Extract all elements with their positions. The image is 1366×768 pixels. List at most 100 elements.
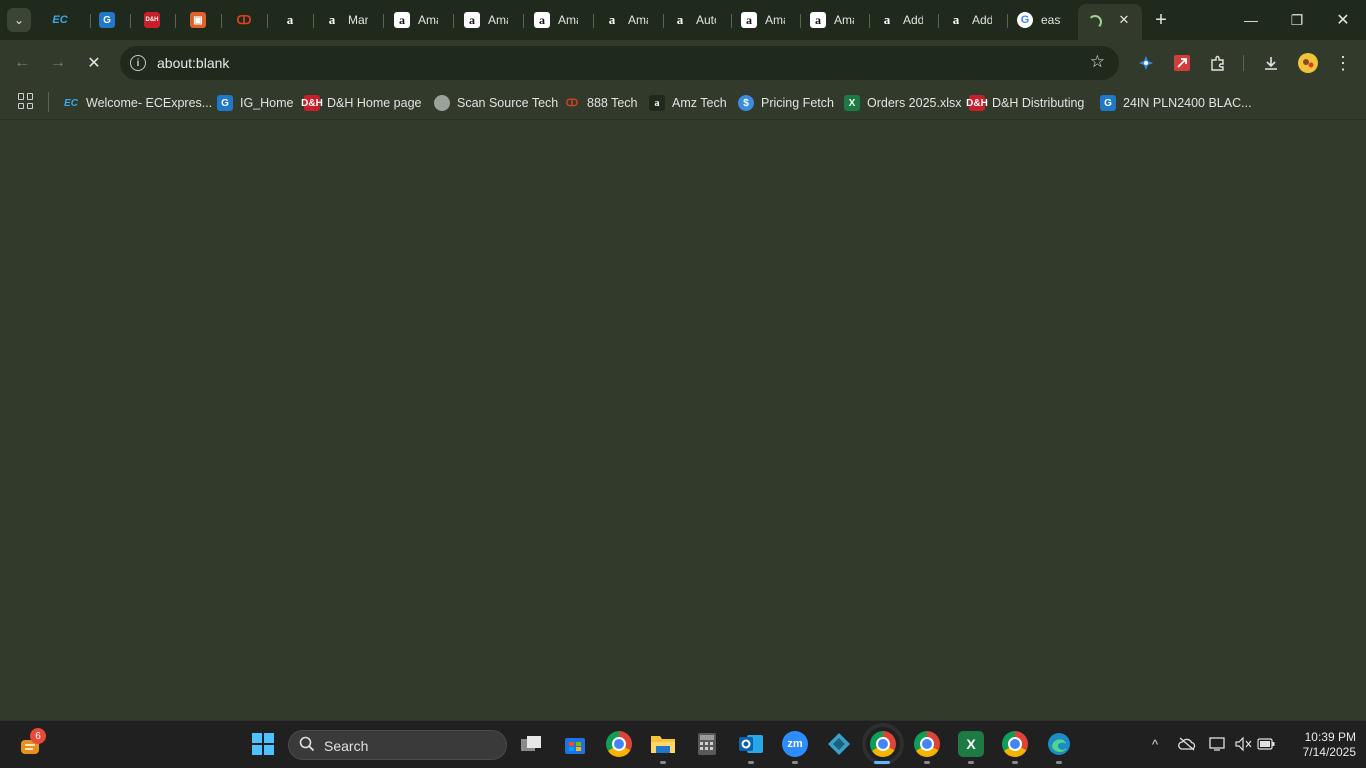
forward-button[interactable]: → xyxy=(43,48,73,78)
tab[interactable]: a Man xyxy=(316,6,384,34)
ring-icon: ↀ xyxy=(236,13,252,27)
chrome-profile-icon[interactable] xyxy=(1002,731,1028,757)
bookmark-item[interactable]: Scan Source Tech xyxy=(434,91,558,115)
apps-grid-icon[interactable] xyxy=(18,93,34,109)
bookmark-item[interactable]: G 24IN PLN2400 BLAC... xyxy=(1100,91,1252,115)
bookmark-label: D&H Distributing xyxy=(992,96,1085,110)
bookmark-item[interactable]: X Orders 2025.xlsx xyxy=(844,91,961,115)
restore-button[interactable]: ❐ xyxy=(1274,0,1320,40)
chrome-profile-icon[interactable] xyxy=(862,723,904,765)
chrome-profile-icon[interactable] xyxy=(914,731,940,757)
tab[interactable]: a Ama xyxy=(733,6,801,34)
outlook-icon[interactable] xyxy=(738,731,764,757)
tab[interactable]: a Ama xyxy=(596,6,664,34)
tab[interactable]: a Add xyxy=(871,6,939,34)
bookmark-item[interactable]: a Amz Tech xyxy=(649,91,727,115)
tab-title: Add xyxy=(972,13,992,27)
back-button[interactable]: ← xyxy=(7,48,37,78)
tab[interactable]: a Ama xyxy=(526,6,594,34)
active-tab[interactable] xyxy=(1078,4,1142,40)
amazon-icon: a xyxy=(324,12,340,28)
running-indicator xyxy=(968,761,974,764)
new-tab-button[interactable]: + xyxy=(1150,9,1172,31)
task-view-icon[interactable] xyxy=(518,731,544,757)
tab[interactable]: a Auto xyxy=(664,6,732,34)
running-indicator xyxy=(792,761,798,764)
network-icon[interactable] xyxy=(1209,735,1227,753)
bookmark-label: Amz Tech xyxy=(672,96,727,110)
chevron-down-icon: ⌄ xyxy=(13,13,25,27)
battery-icon[interactable] xyxy=(1257,735,1275,753)
tab-title: Auto xyxy=(696,13,716,27)
download-icon[interactable] xyxy=(1260,52,1282,74)
taskbar-search[interactable]: Search xyxy=(288,730,507,760)
extension-icon[interactable] xyxy=(1135,52,1157,74)
dh-icon: D&H xyxy=(144,12,160,28)
bookmark-star-icon[interactable]: ☆ xyxy=(1090,52,1105,72)
tab[interactable]: G xyxy=(91,6,131,34)
start-button[interactable] xyxy=(250,731,276,757)
onedrive-icon[interactable] xyxy=(1178,735,1196,753)
bookmark-item[interactable]: ↀ 888 Tech xyxy=(564,91,638,115)
minimize-button[interactable]: — xyxy=(1228,0,1274,40)
globe-icon xyxy=(434,95,450,111)
bookmark-item[interactable]: $ Pricing Fetch xyxy=(738,91,834,115)
tab[interactable]: a Ama xyxy=(386,6,454,34)
menu-button[interactable]: ⋮ xyxy=(1332,52,1354,74)
tab[interactable]: EC xyxy=(44,6,91,34)
calculator-icon[interactable] xyxy=(694,731,720,757)
ring-icon: ↀ xyxy=(565,97,579,109)
running-indicator xyxy=(1056,761,1062,764)
microsoft-store-icon[interactable] xyxy=(562,731,588,757)
active-indicator xyxy=(874,761,890,764)
tab-title: Ama xyxy=(834,13,854,27)
show-hidden-icons-button[interactable]: ^ xyxy=(1146,735,1164,753)
amazon-icon: a xyxy=(394,12,410,28)
bookmarks-divider xyxy=(48,92,49,112)
ig-icon: G xyxy=(217,95,233,111)
google-icon: G xyxy=(1017,12,1033,28)
close-window-button[interactable]: ✕ xyxy=(1320,0,1366,40)
red-arrow-extension-icon[interactable] xyxy=(1171,52,1193,74)
tab[interactable]: a Ama xyxy=(802,6,870,34)
tab[interactable]: a Ama xyxy=(456,6,524,34)
amazon-icon: a xyxy=(282,12,298,28)
file-explorer-icon[interactable] xyxy=(650,731,676,757)
running-indicator xyxy=(1012,761,1018,764)
ec-icon: EC xyxy=(52,14,68,26)
tab[interactable]: G east xyxy=(1009,6,1077,34)
stop-loading-button[interactable]: ✕ xyxy=(79,48,109,78)
amazon-icon: a xyxy=(672,12,688,28)
chrome-icon[interactable] xyxy=(606,731,632,757)
tab-search-button[interactable]: ⌄ xyxy=(7,8,31,32)
system-clock[interactable]: 10:39 PM 7/14/2025 xyxy=(1282,730,1356,760)
clock-time: 10:39 PM xyxy=(1304,730,1356,744)
tab[interactable]: D&H xyxy=(136,6,176,34)
bookmark-item[interactable]: D&H D&H Home page xyxy=(301,91,422,115)
url-text[interactable]: about:blank xyxy=(157,55,229,71)
profile-avatar[interactable] xyxy=(1297,52,1319,74)
zoom-icon[interactable]: zm xyxy=(782,731,808,757)
taskbar: 6 Search zm X ^ 10:39 PM 7/14/2025 xyxy=(0,720,1366,768)
tab-title: east xyxy=(1041,13,1061,27)
tab[interactable]: a xyxy=(274,6,314,34)
tab[interactable]: a Add xyxy=(940,6,1008,34)
tab[interactable]: ▣ xyxy=(182,6,222,34)
tab-close-button[interactable]: ✕ xyxy=(1116,12,1132,28)
volume-muted-icon[interactable] xyxy=(1234,735,1252,753)
edge-icon[interactable] xyxy=(1046,731,1072,757)
address-bar[interactable]: i about:blank ☆ xyxy=(120,46,1119,80)
excel-icon[interactable]: X xyxy=(958,731,984,757)
amazon-icon: a xyxy=(649,95,665,111)
bookmark-item[interactable]: EC Welcome- ECExpres... xyxy=(63,91,212,115)
info-icon[interactable]: i xyxy=(130,55,146,71)
bookmark-item[interactable]: G IG_Home xyxy=(217,91,294,115)
amazon-icon: a xyxy=(534,12,550,28)
diamond-app-icon[interactable] xyxy=(826,731,852,757)
tab[interactable]: ↀ xyxy=(228,6,268,34)
amazon-icon: a xyxy=(948,12,964,28)
bookmark-item[interactable]: D&H D&H Distributing xyxy=(966,91,1085,115)
ig-icon: G xyxy=(99,12,115,28)
notification-badge: 6 xyxy=(30,728,46,744)
extensions-puzzle-icon[interactable] xyxy=(1207,52,1229,74)
